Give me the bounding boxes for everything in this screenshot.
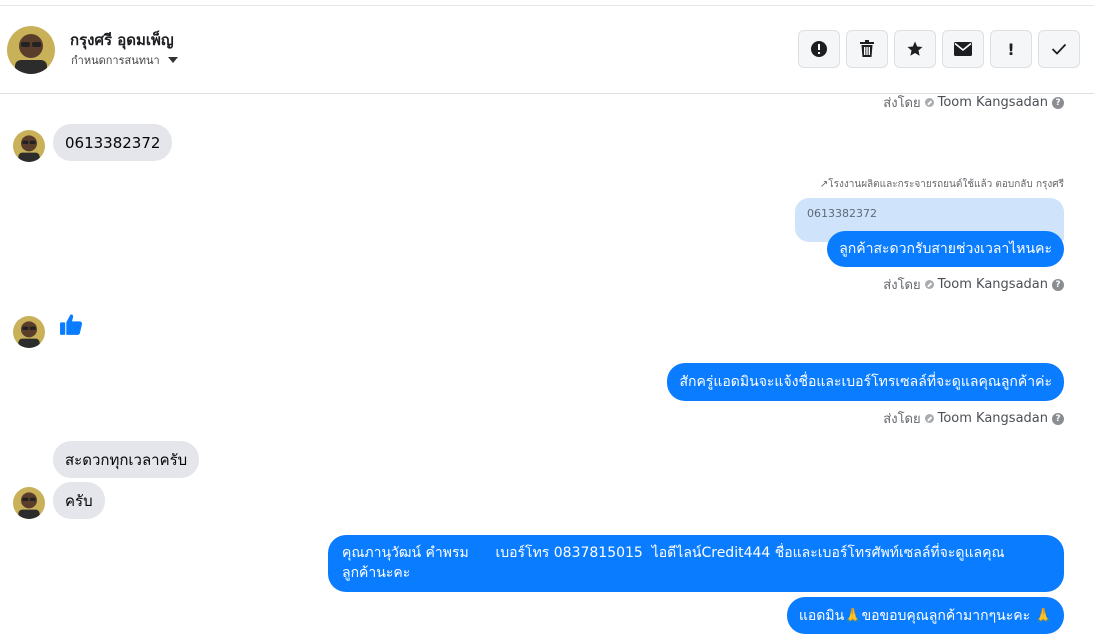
customer-avatar[interactable]: [13, 130, 45, 162]
contact-avatar[interactable]: [7, 26, 55, 74]
done-button[interactable]: [1038, 30, 1080, 68]
trash-icon: [860, 40, 874, 57]
check-icon: [1051, 43, 1067, 55]
star-button[interactable]: [894, 30, 936, 68]
message-outgoing[interactable]: สักครู่แอดมินจะแจ้งชื่อและเบอร์โทรเซลล์ท…: [667, 363, 1064, 401]
help-icon[interactable]: ?: [1052, 278, 1064, 291]
sent-by-agent: Toom Kangsadan: [937, 277, 1048, 292]
star-icon: [907, 41, 923, 56]
delete-button[interactable]: [846, 30, 888, 68]
message-outgoing[interactable]: แอดมิน🙏ขอขอบคุณลูกค้ามากๆนะคะ 🙏: [786, 597, 1064, 634]
message-line: คุณภานุวัฒน์ คำพรม เบอร์โทร 0837815015 ไ…: [342, 545, 1005, 561]
mark-unread-button[interactable]: [942, 30, 984, 68]
message-incoming[interactable]: ครับ: [53, 482, 105, 519]
message-outgoing[interactable]: ลูกค้าสะดวกรับสายช่วงเวลาไหนคะ: [827, 231, 1064, 267]
spam-button[interactable]: !: [990, 30, 1032, 68]
message-incoming[interactable]: สะดวกทุกเวลาครับ: [53, 441, 200, 478]
sent-by-label: ส่งโดย Toom Kangsadan ?: [883, 92, 1064, 113]
sent-by-agent: Toom Kangsadan: [937, 411, 1048, 426]
message-line: ลูกค้านะคะ: [342, 565, 411, 581]
sent-by-agent: Toom Kangsadan: [937, 95, 1048, 110]
message-incoming[interactable]: 0613382372: [53, 124, 173, 161]
help-icon[interactable]: ?: [1052, 412, 1064, 425]
verified-icon: [924, 414, 934, 423]
customer-avatar[interactable]: [13, 316, 45, 348]
caret-down-icon: [167, 57, 178, 63]
reply-note: ↗โรงงานผลิตและกระจายรถยนต์ใช้แล้ว ตอบกลั…: [819, 179, 1064, 190]
sent-by-prefix: ส่งโดย: [883, 412, 921, 427]
sent-by-prefix: ส่งโดย: [883, 96, 921, 111]
sent-by-prefix: ส่งโดย: [883, 278, 921, 293]
message-outgoing[interactable]: คุณภานุวัฒน์ คำพรม เบอร์โทร 0837815015 ไ…: [328, 535, 1064, 592]
conversation-toolbar: !: [798, 30, 1080, 68]
report-button[interactable]: [798, 30, 840, 68]
customer-avatar[interactable]: [13, 487, 45, 519]
alert-circle-icon: [811, 41, 827, 57]
sent-by-label: ส่งโดย Toom Kangsadan ?: [883, 274, 1064, 295]
assign-conversation-dropdown[interactable]: กำหนดการสนทนา: [71, 51, 178, 69]
sent-by-label: ส่งโดย Toom Kangsadan ?: [883, 408, 1064, 429]
exclamation-icon: !: [1007, 39, 1015, 59]
envelope-icon: [954, 42, 972, 56]
contact-name: กรุงศรี อุดมเพ็ญ: [70, 31, 174, 49]
assign-conversation-label: กำหนดการสนทนา: [71, 54, 160, 67]
help-icon[interactable]: ?: [1052, 96, 1064, 109]
verified-icon: [924, 98, 934, 107]
thumbs-up-icon[interactable]: [59, 312, 84, 337]
conversation-header: กรุงศรี อุดมเพ็ญ กำหนดการสนทนา !: [0, 5, 1094, 94]
verified-icon: [924, 280, 934, 289]
